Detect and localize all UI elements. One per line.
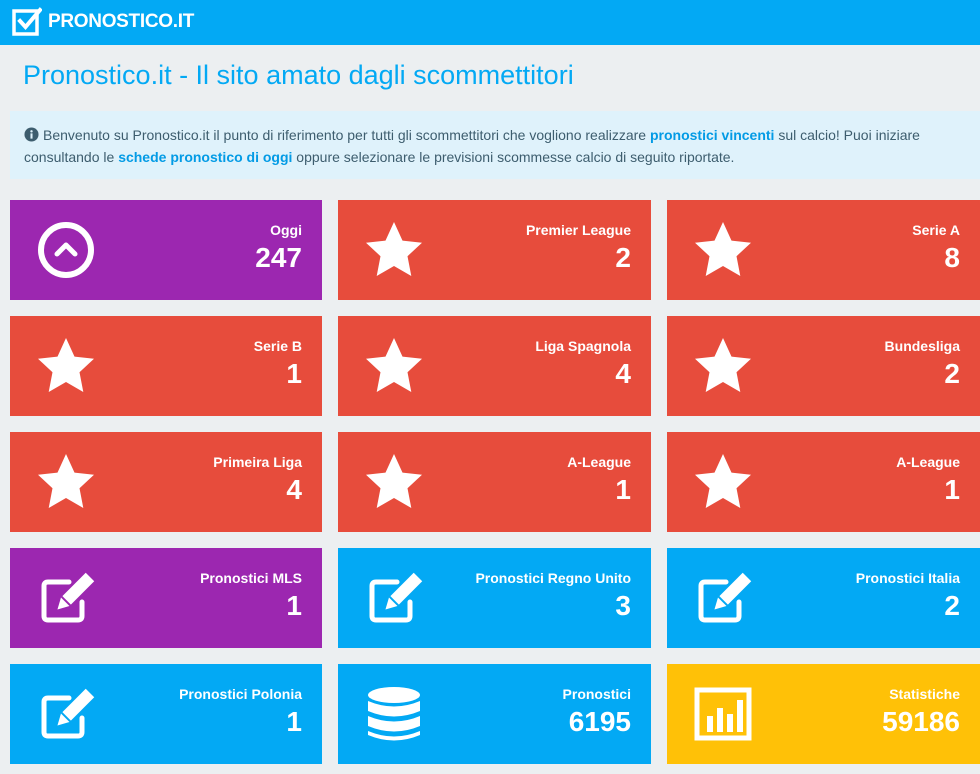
info-icon xyxy=(24,127,39,147)
intro-text-1: Benvenuto su Pronostico.it il punto di r… xyxy=(43,127,650,143)
tile-label: Pronostici MLS xyxy=(200,570,302,586)
intro-link-pronostici-vincenti[interactable]: pronostici vincenti xyxy=(650,127,774,143)
top-bar: PRONOSTICO.IT xyxy=(0,0,980,45)
tile-count: 3 xyxy=(615,590,631,621)
tile-label: Serie A xyxy=(912,222,960,238)
database-icon xyxy=(364,684,424,744)
star-icon xyxy=(693,220,753,280)
tile-label: Pronostici Italia xyxy=(855,570,960,586)
star-icon xyxy=(364,336,424,396)
tile-pronostici-mls[interactable]: Pronostici MLS 1 xyxy=(10,548,322,648)
tile-count: 1 xyxy=(286,590,302,621)
tile-serie-a[interactable]: Serie A 8 xyxy=(667,200,980,300)
tile-count: 6195 xyxy=(568,706,631,737)
tile-label: A-League xyxy=(567,454,631,470)
bar-chart-icon xyxy=(693,684,753,744)
edit-icon xyxy=(364,568,424,628)
star-icon xyxy=(36,336,96,396)
page-title: Pronostico.it - Il sito amato dagli scom… xyxy=(23,60,574,90)
tile-label: Bundesliga xyxy=(884,338,960,354)
tile-count: 8 xyxy=(944,242,960,273)
tile-count: 1 xyxy=(286,706,302,737)
tile-label: Primeira Liga xyxy=(213,454,302,470)
tile-count: 1 xyxy=(944,474,960,505)
tile-pronostici-italia[interactable]: Pronostici Italia 2 xyxy=(667,548,980,648)
tile-pronostici-polonia[interactable]: Pronostici Polonia 1 xyxy=(10,664,322,764)
tile-label: Serie B xyxy=(253,338,302,354)
tile-count: 4 xyxy=(615,358,631,389)
tile-count: 4 xyxy=(286,474,302,505)
tile-count: 1 xyxy=(286,358,302,389)
tile-count: 2 xyxy=(944,590,960,621)
site-logo[interactable]: PRONOSTICO.IT xyxy=(12,6,194,38)
edit-icon xyxy=(36,684,96,744)
tile-label: Statistiche xyxy=(889,686,960,702)
tile-label: Premier League xyxy=(525,222,631,238)
edit-icon xyxy=(36,568,96,628)
tile-bundesliga[interactable]: Bundesliga 2 xyxy=(667,316,980,416)
tile-count: 247 xyxy=(255,242,302,273)
tile-a-league[interactable]: A-League 1 xyxy=(667,432,980,532)
tile-statistiche[interactable]: Statistiche 59186 xyxy=(667,664,980,764)
star-icon xyxy=(693,336,753,396)
tile-count: 59186 xyxy=(882,706,960,737)
intro-text-3: oppure selezionare le previsioni scommes… xyxy=(292,149,735,165)
tile-label: A-League xyxy=(896,454,960,470)
star-icon xyxy=(364,452,424,512)
tile-pronostici[interactable]: Pronostici 6195 xyxy=(338,664,651,764)
tile-primeira-liga[interactable]: Primeira Liga 4 xyxy=(10,432,322,532)
tile-oggi[interactable]: Oggi 247 xyxy=(10,200,322,300)
star-icon xyxy=(36,452,96,512)
chevron-up-circle-icon xyxy=(36,220,96,280)
intro-alert: Benvenuto su Pronostico.it il punto di r… xyxy=(10,111,980,179)
tile-liga-spagnola[interactable]: Liga Spagnola 4 xyxy=(338,316,651,416)
intro-link-schede-oggi[interactable]: schede pronostico di oggi xyxy=(118,149,292,165)
tile-label: Liga Spagnola xyxy=(535,338,631,354)
tile-label: Pronostici Polonia xyxy=(179,686,302,702)
tile-label: Pronostici xyxy=(562,686,631,702)
edit-icon xyxy=(693,568,753,628)
tile-a-league[interactable]: A-League 1 xyxy=(338,432,651,532)
star-icon xyxy=(364,220,424,280)
tile-label: Oggi xyxy=(270,222,302,238)
tile-label: Pronostici Regno Unito xyxy=(475,570,631,586)
tile-serie-b[interactable]: Serie B 1 xyxy=(10,316,322,416)
star-icon xyxy=(693,452,753,512)
tile-pronostici-regno-unito[interactable]: Pronostici Regno Unito 3 xyxy=(338,548,651,648)
logo-text: PRONOSTICO.IT xyxy=(48,11,194,32)
tile-count: 2 xyxy=(615,242,631,273)
tile-count: 2 xyxy=(944,358,960,389)
checkbox-logo-icon xyxy=(12,7,42,36)
tile-count: 1 xyxy=(615,474,631,505)
tile-premier-league[interactable]: Premier League 2 xyxy=(338,200,651,300)
